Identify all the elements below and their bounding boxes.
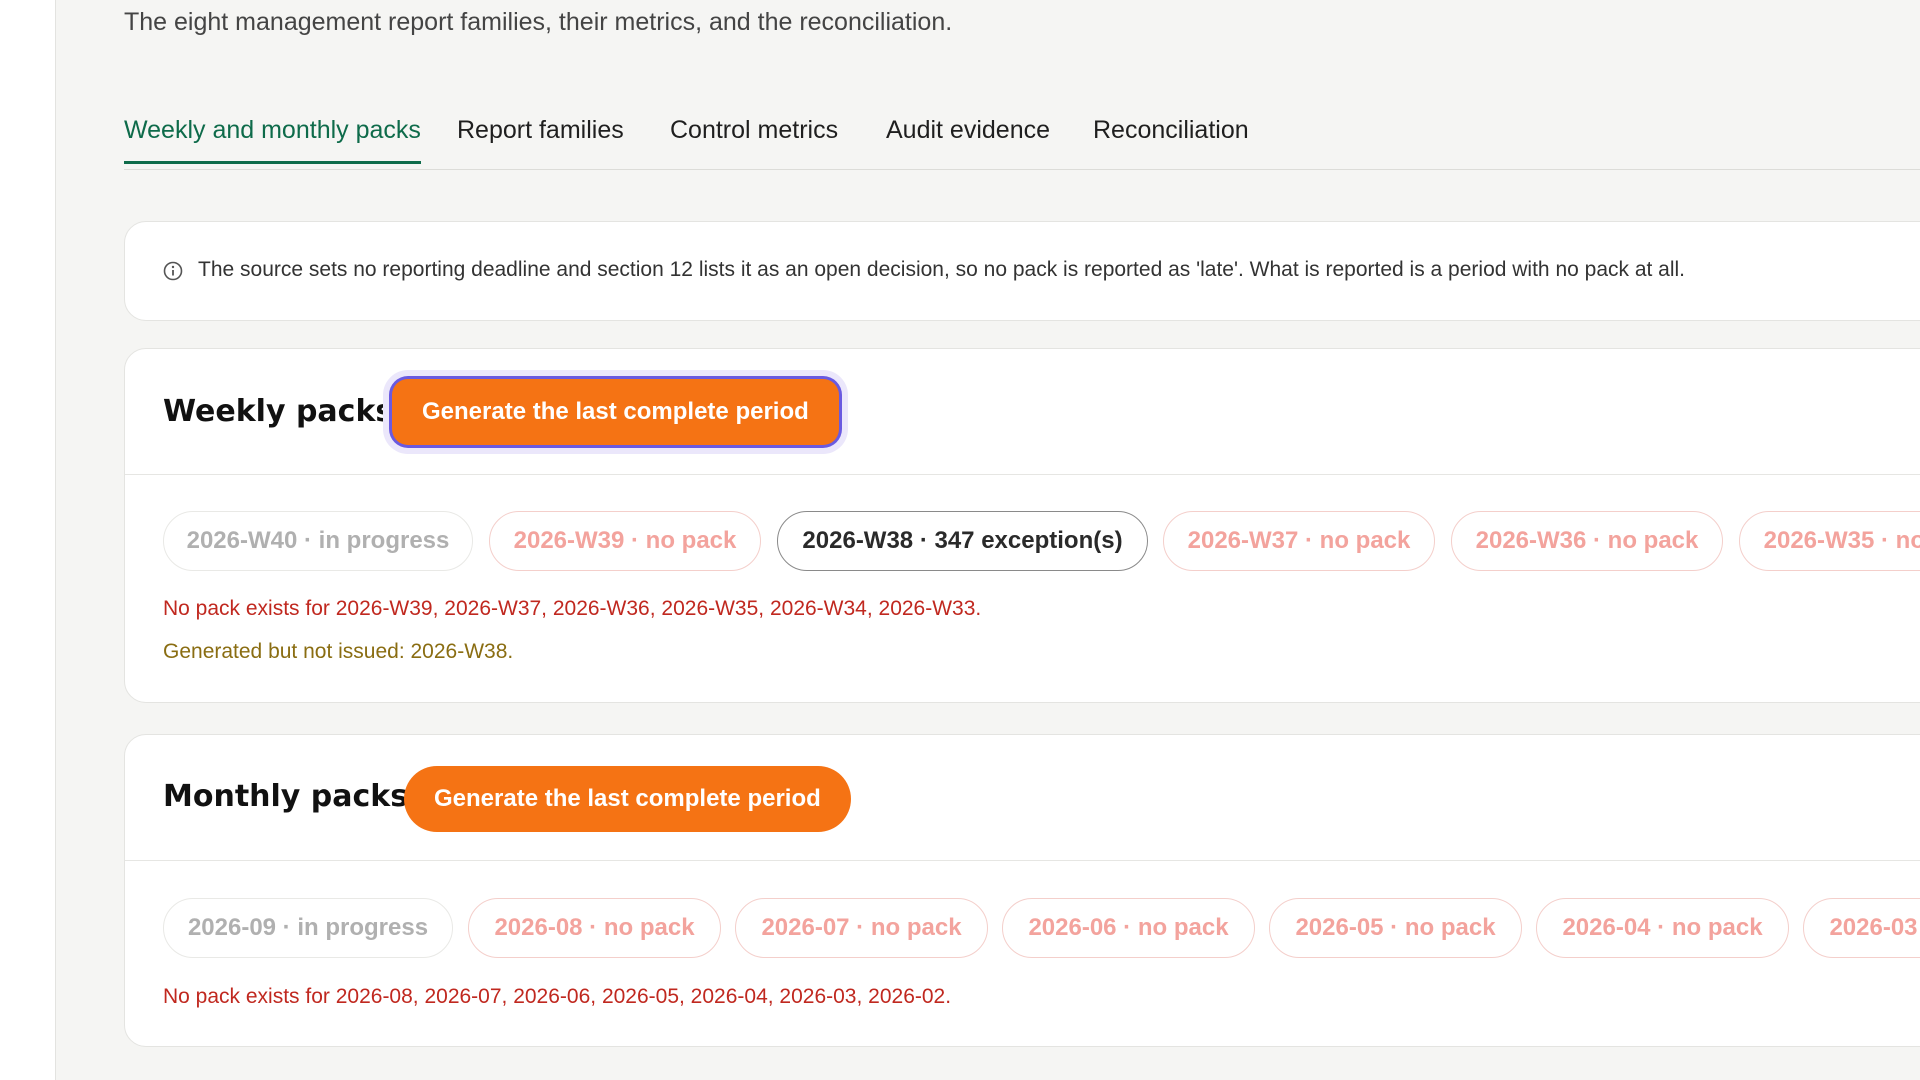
period-pill[interactable]: 2026-W38 · 347 exception(s) [777,511,1148,571]
info-notice: The source sets no reporting deadline an… [124,221,1920,321]
period-pill[interactable]: 2026-04 · no pack [1536,898,1789,958]
period-pill[interactable]: 2026-05 · no pack [1269,898,1522,958]
monthly-generate-button[interactable]: Generate the last complete period [404,766,851,832]
tab-bar: Weekly and monthly packs Report families… [124,96,1920,170]
period-pill[interactable]: 2026-03 · no pack [1803,898,1920,958]
tab-control-metrics[interactable]: Control metrics [670,116,838,161]
period-pill[interactable]: 2026-W36 · no pack [1451,511,1723,571]
monthly-missing-message: No pack exists for 2026-08, 2026-07, 202… [163,985,952,1008]
period-pill[interactable]: 2026-09 · in progress [163,898,453,958]
period-pill[interactable]: 2026-07 · no pack [735,898,988,958]
monthly-card-header: Monthly packs Generate the last complete… [125,735,1920,861]
period-pill[interactable]: 2026-W40 · in progress [163,511,473,571]
tab-reconciliation[interactable]: Reconciliation [1093,116,1249,161]
weekly-packs-card: Weekly packs Generate the last complete … [124,348,1920,703]
main-content: The eight management report families, th… [124,0,1920,1080]
period-pill[interactable]: 2026-W37 · no pack [1163,511,1435,571]
info-icon [163,261,183,281]
monthly-period-row: 2026-09 · in progress 2026-08 · no pack … [163,898,1920,960]
weekly-packs-title: Weekly packs [163,394,394,429]
monthly-packs-card: Monthly packs Generate the last complete… [124,734,1920,1047]
page-subtitle: The eight management report families, th… [124,8,953,36]
tab-audit-evidence[interactable]: Audit evidence [886,116,1050,161]
notice-text: The source sets no reporting deadline an… [198,258,1686,281]
monthly-packs-title: Monthly packs [163,779,409,814]
period-pill[interactable]: 2026-08 · no pack [468,898,721,958]
weekly-generate-button[interactable]: Generate the last complete period [392,379,839,445]
period-pill[interactable]: 2026-W35 · no pack [1739,511,1920,571]
weekly-unissued-message: Generated but not issued: 2026-W38. [163,640,514,663]
tab-report-families[interactable]: Report families [457,116,624,161]
weekly-period-row: 2026-W40 · in progress 2026-W39 · no pac… [163,511,1920,573]
period-pill[interactable]: 2026-06 · no pack [1002,898,1255,958]
weekly-card-header: Weekly packs Generate the last complete … [125,349,1920,475]
period-pill[interactable]: 2026-W39 · no pack [489,511,761,571]
weekly-missing-message: No pack exists for 2026-W39, 2026-W37, 2… [163,597,982,620]
left-rail [0,0,56,1080]
tab-weekly-monthly-packs[interactable]: Weekly and monthly packs [124,116,421,164]
